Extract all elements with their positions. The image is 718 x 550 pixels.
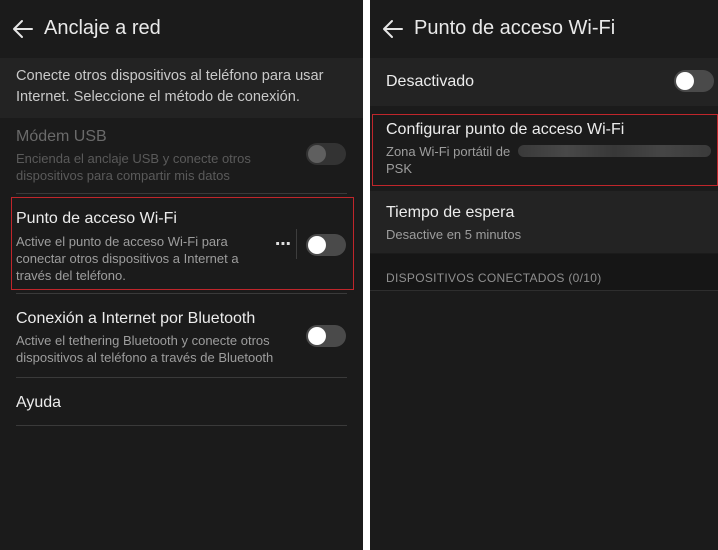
bluetooth-tethering-toggle[interactable] [306,325,346,347]
usb-tethering-toggle [306,143,346,165]
usb-tethering-desc: Encienda el anclaje USB y conecte otros … [16,151,251,183]
timeout-desc: Desactive en 5 minutos [386,227,522,242]
page-title: Anclaje a red [44,17,161,39]
page-title: Punto de acceso Wi-Fi [414,17,616,39]
timeout-title: Tiempo de espera [386,204,515,221]
divider [16,377,347,378]
usb-tethering-title: Módem USB [16,128,107,145]
connected-devices-header: DISPOSITIVOS CONECTADOS (0/10) [370,254,718,290]
tethering-screen: Anclaje a red Conecte otros dispositivos… [0,0,363,550]
hotspot-status-label: Desactivado [386,73,475,90]
highlight-box [372,114,718,186]
back-arrow-icon[interactable] [12,19,34,39]
divider [16,193,347,194]
bluetooth-tethering-desc: Active el tethering Bluetooth y conecte … [16,333,274,365]
help-title: Ayuda [16,394,62,411]
highlight-box [11,197,354,290]
app-bar: Anclaje a red [0,0,363,58]
divider [16,425,347,426]
bluetooth-tethering-title: Conexión a Internet por Bluetooth [16,310,256,327]
timeout-item[interactable]: Tiempo de espera Desactive en 5 minutos [370,191,718,253]
hotspot-screen: Punto de acceso Wi-Fi Desactivado Config… [370,0,718,550]
hotspot-status-row[interactable]: Desactivado [370,58,718,106]
app-bar: Punto de acceso Wi-Fi [370,0,718,58]
intro-section: Conecte otros dispositivos al teléfono p… [0,58,363,118]
divider [370,290,718,291]
hotspot-toggle[interactable] [674,70,714,92]
back-arrow-icon[interactable] [382,19,404,39]
divider [16,293,347,294]
connected-devices-label: DISPOSITIVOS CONECTADOS (0/10) [386,271,602,285]
intro-text: Conecte otros dispositivos al teléfono p… [16,68,324,105]
